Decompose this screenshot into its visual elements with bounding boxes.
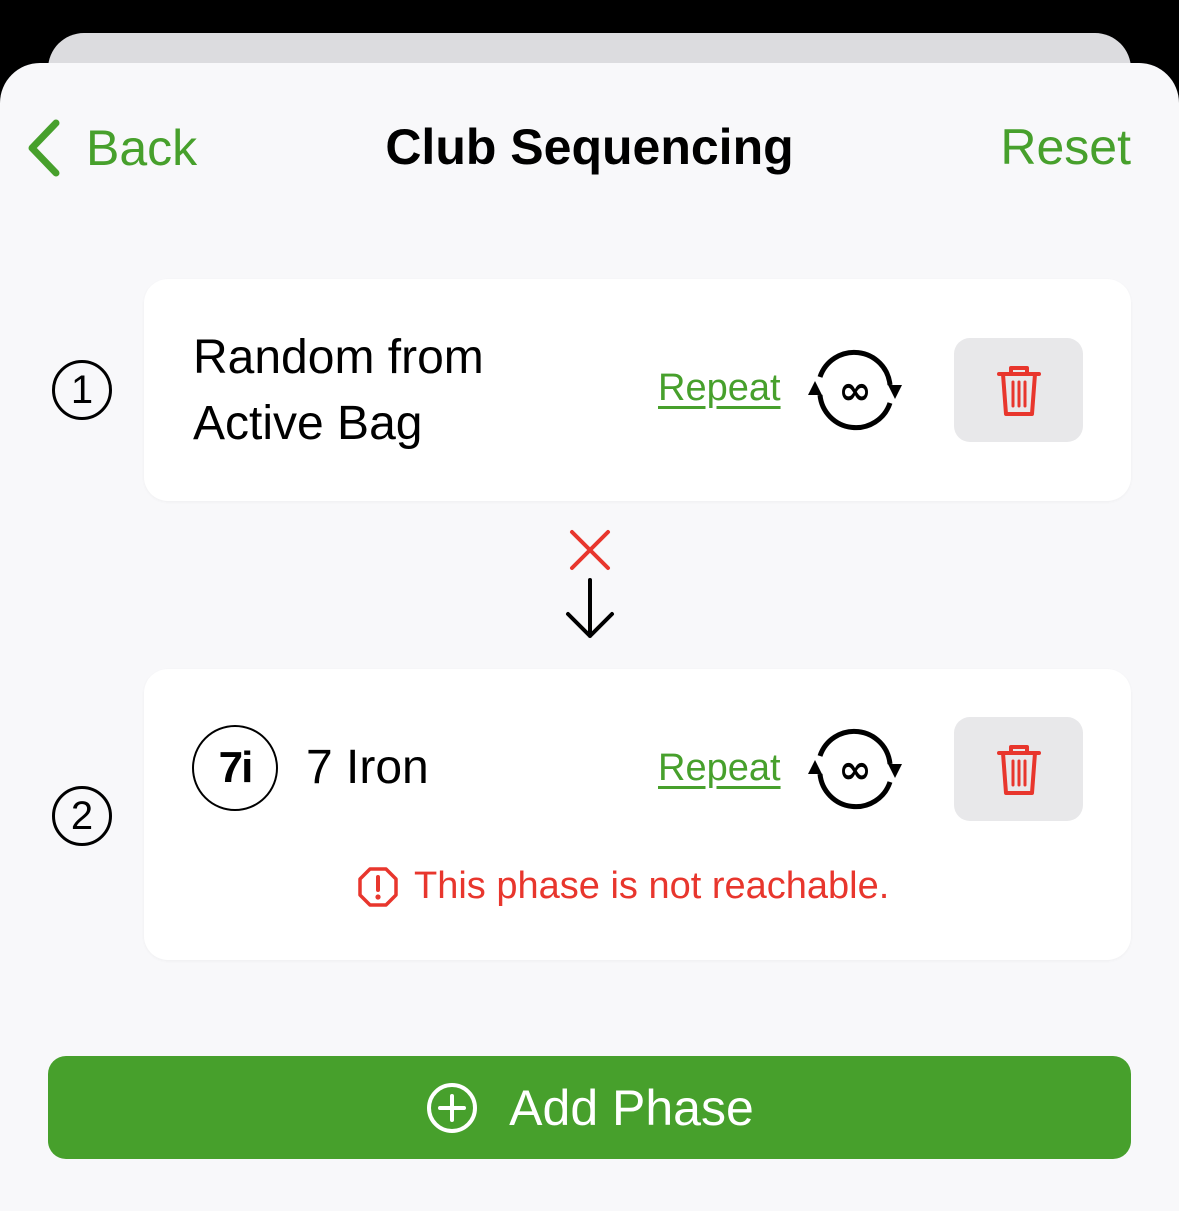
add-phase-label: Add Phase	[509, 1079, 754, 1136]
delete-button[interactable]	[954, 338, 1083, 442]
svg-text:∞: ∞	[838, 368, 871, 414]
repeat-link[interactable]: Repeat	[658, 747, 781, 790]
warning-octagon-icon	[358, 866, 398, 907]
reset-button[interactable]: Reset	[1000, 118, 1131, 176]
arrow-down-icon	[566, 578, 614, 638]
phase-title: Random from Active Bag	[193, 325, 484, 457]
warning-text: This phase is not reachable.	[414, 865, 890, 907]
repeat-link[interactable]: Repeat	[658, 367, 781, 410]
phase-card-1: Random from Active Bag Repeat ∞	[144, 279, 1131, 501]
svg-text:∞: ∞	[838, 747, 871, 793]
repeat-infinite-icon[interactable]: ∞	[806, 345, 904, 435]
trash-icon	[996, 366, 1041, 416]
plus-circle-icon	[427, 1082, 478, 1133]
phase-number-2: 2	[52, 786, 112, 846]
delete-button[interactable]	[954, 717, 1083, 821]
x-icon	[570, 530, 610, 570]
add-phase-button[interactable]: Add Phase	[48, 1056, 1131, 1159]
phase-number-1: 1	[52, 360, 112, 420]
warning-message: This phase is not reachable.	[358, 865, 889, 908]
trash-icon	[996, 745, 1041, 795]
club-badge: 7i	[192, 725, 278, 811]
phase-title-line1: Random from	[193, 331, 484, 384]
repeat-infinite-icon[interactable]: ∞	[806, 724, 904, 814]
phase-title: 7 Iron	[306, 741, 429, 794]
phase-card-2: 7i 7 Iron Repeat ∞ This phase is not rea…	[144, 669, 1131, 960]
phase-title-line2: Active Bag	[193, 397, 423, 450]
